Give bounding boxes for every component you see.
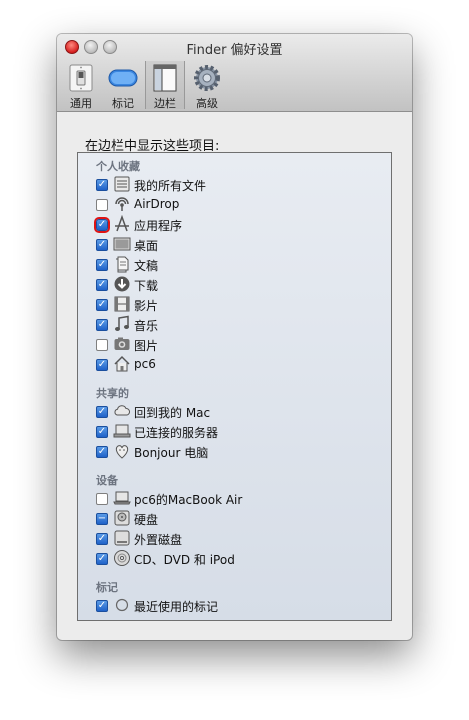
title-bar: Finder 偏好设置 通用 标记 边栏 高级: [57, 34, 412, 112]
item-label: 回到我的 Mac: [134, 406, 211, 420]
music-icon: [115, 315, 129, 331]
section-shared: 共享的: [96, 387, 129, 400]
tab-tags[interactable]: 标记: [104, 61, 142, 110]
list-item[interactable]: ✓ Bonjour 电脑: [96, 442, 386, 460]
tab-sidebar-label: 边栏: [154, 97, 176, 110]
checkbox[interactable]: [96, 199, 108, 211]
gear-icon: [194, 65, 220, 91]
item-label: 下载: [134, 279, 159, 293]
checkbox[interactable]: ✓: [96, 533, 108, 545]
item-label: 外置磁盘: [134, 533, 183, 547]
item-label: CD、DVD 和 iPod: [134, 553, 235, 567]
checkbox[interactable]: ✓: [96, 600, 108, 612]
item-label: 文稿: [134, 259, 159, 273]
pictures-icon: [114, 337, 130, 350]
list-item[interactable]: ✓ 已连接的服务器: [96, 422, 386, 440]
item-label: 桌面: [134, 239, 159, 253]
checkbox[interactable]: ✓: [96, 553, 108, 565]
airdrop-icon: [115, 197, 129, 211]
checkbox[interactable]: ✓: [96, 446, 108, 458]
movies-icon: [114, 296, 130, 312]
list-item[interactable]: ✓ 最近使用的标记: [96, 596, 386, 614]
checkbox[interactable]: ✓: [96, 299, 108, 311]
hard-disk-icon: [114, 510, 130, 526]
desktop-icon: [113, 237, 131, 251]
list-item[interactable]: ✓ 我的所有文件: [96, 175, 386, 193]
section-favorites: 个人收藏: [96, 160, 140, 173]
item-label: 应用程序: [134, 219, 183, 233]
cd-icon: [114, 550, 130, 566]
checkbox[interactable]: ✓: [96, 179, 108, 191]
list-item[interactable]: ✓ 应用程序: [96, 215, 386, 233]
item-label: AirDrop: [134, 197, 180, 211]
item-label: 音乐: [134, 319, 159, 333]
list-item[interactable]: − 硬盘: [96, 509, 386, 527]
window-title: Finder 偏好设置: [186, 43, 283, 58]
list-item[interactable]: ✓ 下载: [96, 275, 386, 293]
checkbox[interactable]: ✓: [96, 239, 108, 251]
item-label: Bonjour 电脑: [134, 446, 209, 460]
checkbox[interactable]: [96, 493, 108, 505]
list-item[interactable]: ✓ 外置磁盘: [96, 529, 386, 547]
sidebar-icon: [153, 64, 177, 92]
item-label: pc6的MacBook Air: [134, 493, 243, 507]
list-item[interactable]: 图片: [96, 335, 386, 353]
checkbox[interactable]: ✓: [96, 279, 108, 291]
tab-sidebar[interactable]: 边栏: [145, 61, 185, 110]
item-label: pc6: [134, 357, 156, 371]
list-item[interactable]: pc6的MacBook Air: [96, 489, 386, 507]
item-label: 最近使用的标记: [134, 600, 219, 614]
documents-icon: [116, 256, 129, 273]
cloud-icon: [114, 405, 131, 416]
list-item[interactable]: ✓ CD、DVD 和 iPod: [96, 549, 386, 567]
checkbox[interactable]: ✓: [96, 259, 108, 271]
section-devices: 设备: [96, 474, 118, 487]
checkbox[interactable]: ✓: [96, 359, 108, 371]
server-icon: [113, 424, 131, 438]
bonjour-icon: [115, 445, 129, 459]
list-item[interactable]: ✓ 文稿: [96, 255, 386, 273]
tab-advanced-label: 高级: [196, 97, 218, 110]
list-item[interactable]: ✓ 影片: [96, 295, 386, 313]
applications-icon: [115, 215, 129, 232]
tab-general[interactable]: 通用: [62, 61, 100, 110]
laptop-icon: [113, 491, 131, 505]
tab-tags-label: 标记: [112, 97, 134, 110]
list-item[interactable]: ✓ 桌面: [96, 235, 386, 253]
tag-circle-icon: [115, 598, 129, 612]
list-item[interactable]: ✓ pc6: [96, 355, 386, 373]
light-switch-icon: [69, 64, 93, 92]
all-files-icon: [114, 176, 130, 192]
section-tags: 标记: [96, 581, 118, 594]
tab-general-label: 通用: [70, 97, 92, 110]
checkbox[interactable]: ✓: [96, 319, 108, 331]
tab-advanced[interactable]: 高级: [188, 61, 226, 110]
checkbox[interactable]: −: [96, 513, 108, 525]
checkbox[interactable]: ✓: [96, 219, 108, 231]
item-label: 硬盘: [134, 513, 159, 527]
checkbox[interactable]: ✓: [96, 406, 108, 418]
item-label: 影片: [134, 299, 159, 313]
downloads-icon: [114, 276, 130, 292]
home-icon: [114, 355, 130, 372]
item-label: 图片: [134, 339, 159, 353]
list-item[interactable]: ✓ 音乐: [96, 315, 386, 333]
item-label: 已连接的服务器: [134, 426, 219, 440]
list-item[interactable]: ✓ 回到我的 Mac: [96, 402, 386, 420]
list-item[interactable]: AirDrop: [96, 195, 386, 213]
tag-toggle-icon: [108, 69, 138, 87]
external-disk-icon: [114, 530, 130, 546]
checkbox[interactable]: ✓: [96, 426, 108, 438]
item-label: 我的所有文件: [134, 179, 207, 193]
checkbox[interactable]: [96, 339, 108, 351]
